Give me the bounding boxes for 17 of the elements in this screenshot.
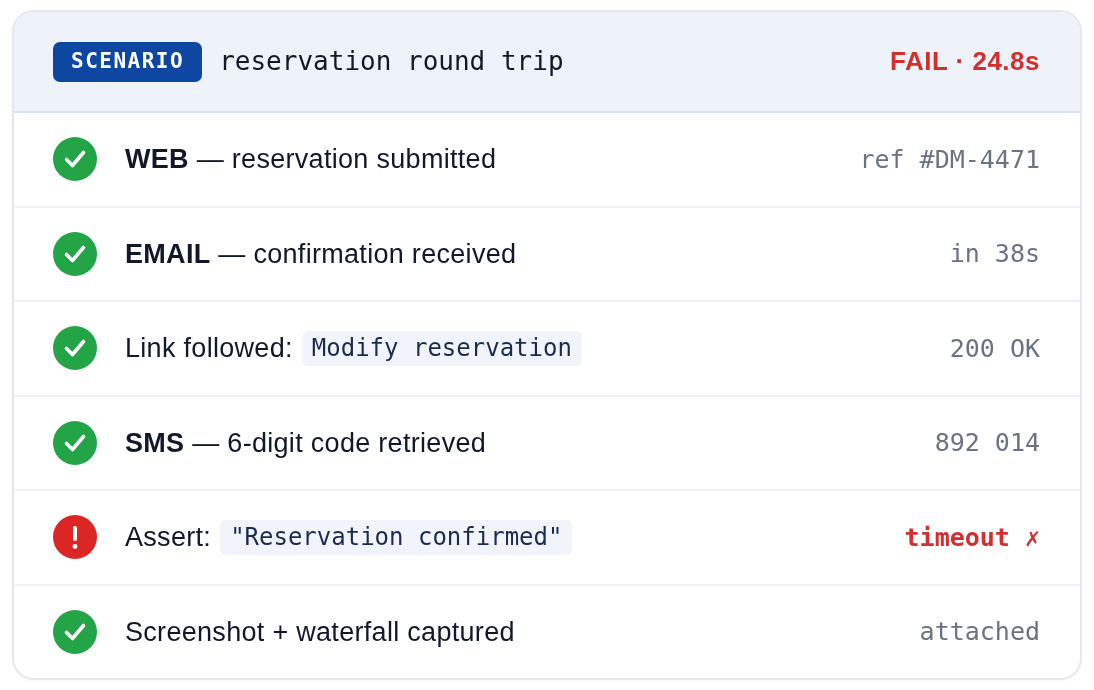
step-text: Assert: xyxy=(125,521,212,554)
step-text: SMS — 6-digit code retrieved xyxy=(125,426,487,460)
scenario-result: FAIL · 24.8s xyxy=(889,45,1040,78)
step-text: Screenshot + waterfall captured xyxy=(125,615,515,649)
step-detail: timeout ✗ xyxy=(904,521,1040,554)
step-detail: in 38s xyxy=(949,238,1040,270)
step-detail: ref #DM-4471 xyxy=(859,143,1040,176)
code-snippet: "Reservation confirmed" xyxy=(220,519,573,555)
step-text: EMAIL — confirmation received xyxy=(125,237,517,271)
step-text: Link followed: xyxy=(125,332,293,365)
scenario-title: reservation round trip xyxy=(219,45,564,78)
scenario-tag: SCENARIO xyxy=(53,41,203,82)
step-detail: 892 014 xyxy=(934,427,1040,459)
step-detail: attached xyxy=(919,616,1040,648)
step-detail: 200 OK xyxy=(949,332,1040,365)
code-snippet: Modify reservation xyxy=(301,330,582,366)
step-text: WEB — reservation submitted xyxy=(125,143,497,176)
